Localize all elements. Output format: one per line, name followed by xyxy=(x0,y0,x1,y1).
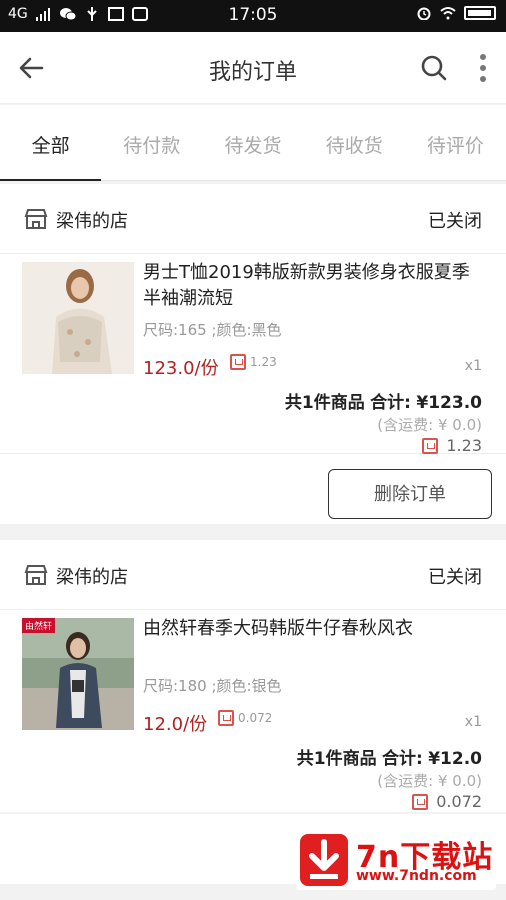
shop-icon xyxy=(24,209,48,229)
watermark: 7n下载站 www.7ndn.com xyxy=(296,830,496,890)
product-badge: 由然轩 xyxy=(22,618,56,633)
points-icon xyxy=(422,437,439,454)
order-summary: 共1件商品 合计: ¥123.0 (含运费: ¥ 0.0) 1.23 xyxy=(0,384,506,455)
product-points-value: 1.23 xyxy=(250,355,277,369)
wifi-icon xyxy=(440,7,456,20)
summary-points-value: 1.23 xyxy=(446,436,482,455)
status-bar: 4G 17:05 xyxy=(0,0,506,32)
goods-item[interactable]: 由然轩 由然轩春季大码韩版牛仔春秋风衣 尺码:180 ;颜色:银色 12.0/份… xyxy=(0,610,506,740)
product-spec: 尺码:180 ;颜色:银色 xyxy=(143,677,282,695)
shop-header[interactable]: 梁伟的店 已关闭 xyxy=(0,540,506,610)
product-quantity: x1 xyxy=(464,714,482,730)
summary-total: ¥12.0 xyxy=(428,749,482,769)
delete-order-button[interactable]: 删除订单 xyxy=(328,469,492,519)
product-image xyxy=(22,262,134,374)
points-icon xyxy=(218,710,234,726)
product-points: 0.072 xyxy=(218,710,272,726)
tab-pending-payment[interactable]: 待付款 xyxy=(101,105,202,180)
order-tabs: 全部 待付款 待发货 待收货 待评价 xyxy=(0,105,506,181)
tab-pending-receipt[interactable]: 待收货 xyxy=(304,105,405,180)
product-name: 男士T恤2019韩版新款男装修身衣服夏季半袖潮流短 xyxy=(143,262,470,309)
order-status: 已关闭 xyxy=(428,211,482,232)
shipping-fee: (含运费: ¥ 0.0) xyxy=(377,416,482,434)
app-bar: 我的订单 xyxy=(0,32,506,104)
product-image: 由然轩 xyxy=(22,618,134,730)
tab-pending-review[interactable]: 待评价 xyxy=(405,105,506,180)
summary-points-value: 0.072 xyxy=(436,792,482,811)
summary-total-label: 合计: xyxy=(382,749,423,769)
order-status: 已关闭 xyxy=(428,567,482,588)
shop-name: 梁伟的店 xyxy=(56,211,128,232)
watermark-url: www.7ndn.com xyxy=(356,868,477,884)
search-icon[interactable] xyxy=(420,54,448,82)
shop-name: 梁伟的店 xyxy=(56,567,128,588)
status-right xyxy=(416,6,496,20)
product-points: 1.23 xyxy=(230,354,277,370)
product-points-value: 0.072 xyxy=(238,711,273,725)
summary-points: 1.23 xyxy=(422,436,482,455)
shop-header[interactable]: 梁伟的店 已关闭 xyxy=(0,184,506,254)
shipping-fee: (含运费: ¥ 0.0) xyxy=(377,772,482,790)
goods-item[interactable]: 男士T恤2019韩版新款男装修身衣服夏季半袖潮流短 尺码:165 ;颜色:黑色 … xyxy=(0,254,506,384)
product-quantity: x1 xyxy=(464,358,482,374)
product-price: 12.0/份 xyxy=(143,714,208,735)
battery-icon xyxy=(464,6,496,20)
tab-pending-shipment[interactable]: 待发货 xyxy=(202,105,303,180)
product-spec: 尺码:165 ;颜色:黑色 xyxy=(143,321,282,339)
alarm-icon xyxy=(417,7,431,20)
shop-icon xyxy=(24,565,48,585)
order-card[interactable]: 梁伟的店 已关闭 由然轩 由然轩春季大码韩版牛仔春秋风衣 尺码:180 ;颜色:… xyxy=(0,540,506,812)
product-name: 由然轩春季大码韩版牛仔春秋风衣 xyxy=(143,618,413,639)
points-icon xyxy=(412,793,429,810)
summary-points: 0.072 xyxy=(412,792,482,811)
summary-line: 共1件商品 合计: ¥12.0 xyxy=(297,744,482,769)
order-card[interactable]: 梁伟的店 已关闭 男士T恤2019韩版新款男装修身衣服夏季半袖潮流短 尺码:16… xyxy=(0,184,506,524)
order-actions: 删除订单 xyxy=(0,454,506,524)
summary-count: 共1件商品 xyxy=(284,393,365,413)
points-icon xyxy=(230,354,246,370)
summary-line: 共1件商品 合计: ¥123.0 xyxy=(285,388,482,413)
summary-total-label: 合计: xyxy=(370,393,411,413)
product-price: 123.0/份 xyxy=(143,358,219,379)
tab-all[interactable]: 全部 xyxy=(0,105,102,181)
summary-total: ¥123.0 xyxy=(416,393,482,413)
download-logo-icon xyxy=(300,834,348,886)
more-vertical-icon[interactable] xyxy=(476,52,490,84)
order-summary: 共1件商品 合计: ¥12.0 (含运费: ¥ 0.0) 0.072 xyxy=(0,740,506,811)
summary-count: 共1件商品 xyxy=(296,749,377,769)
